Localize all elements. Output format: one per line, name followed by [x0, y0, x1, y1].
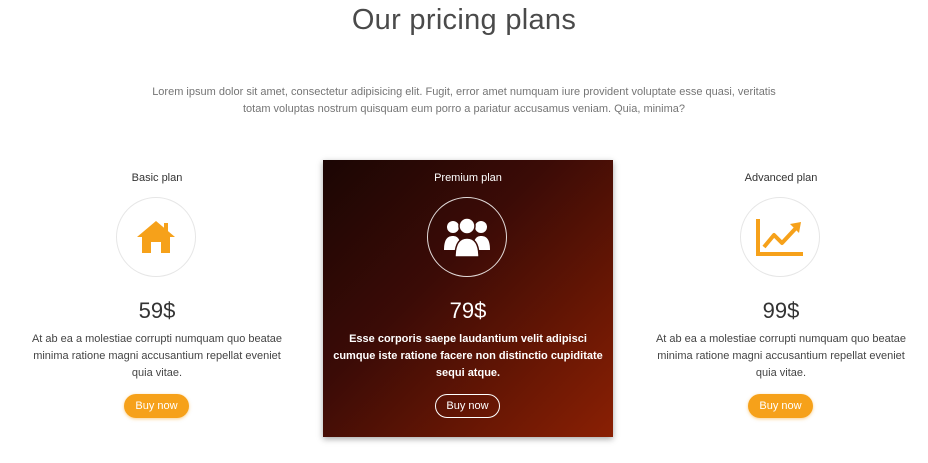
plan-description: At ab ea a molestiae corrupti numquam qu…: [655, 333, 907, 379]
plan-icon-circle: [740, 197, 820, 277]
plan-description: At ab ea a molestiae corrupti numquam qu…: [31, 333, 283, 379]
buy-now-button-premium[interactable]: Buy now: [435, 394, 500, 418]
plan-price: 99$: [762, 298, 800, 323]
buy-now-button-advanced[interactable]: Buy now: [748, 394, 813, 418]
plan-price: 59$: [138, 298, 176, 323]
users-icon: [444, 217, 490, 258]
plan-card-premium: Premium plan 79$ Esse corporis saepe lau…: [323, 160, 613, 437]
home-icon: [137, 221, 175, 253]
buy-now-button-basic[interactable]: Buy now: [124, 394, 189, 418]
plan-description: Esse corporis saepe laudantium velit adi…: [333, 333, 603, 379]
section-title: Our pricing plans: [351, 4, 577, 36]
plan-card-advanced: Advanced plan 99$ At ab ea a molestiae c…: [636, 160, 926, 437]
plan-name: Advanced plan: [744, 172, 818, 184]
plan-name: Basic plan: [131, 172, 183, 184]
plan-icon-circle: [427, 197, 507, 277]
plan-card-basic: Basic plan 59$ At ab ea a molestiae corr…: [12, 160, 302, 437]
plan-price: 79$: [449, 298, 487, 323]
plan-icon-circle: [116, 197, 196, 277]
section-intro: Lorem ipsum dolor sit amet, consectetur …: [152, 86, 776, 115]
chart-line-icon: [756, 219, 803, 256]
plan-name: Premium plan: [434, 172, 502, 184]
